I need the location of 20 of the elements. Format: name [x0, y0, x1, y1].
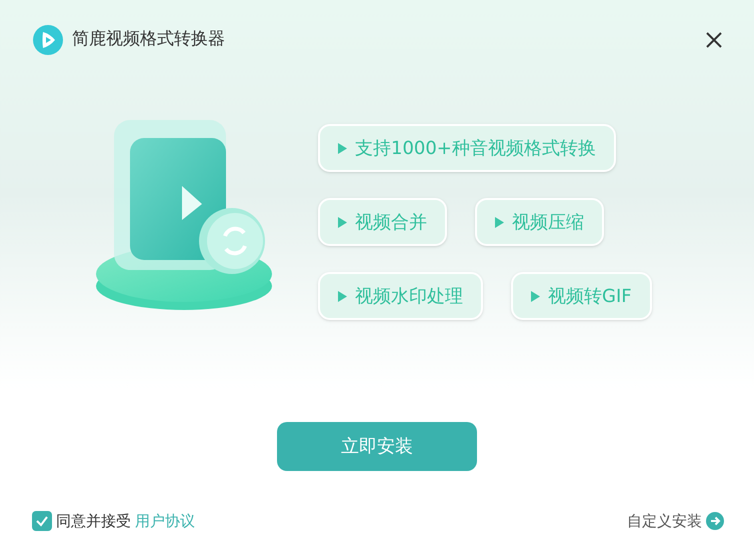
feature-tag: 视频合并	[318, 198, 447, 246]
play-icon	[495, 216, 504, 228]
agreement-text: 同意并接受	[56, 511, 131, 532]
agree-checkbox[interactable]	[32, 511, 52, 532]
play-icon	[338, 142, 347, 154]
play-icon	[338, 216, 347, 228]
feature-tag: 视频水印处理	[318, 272, 483, 320]
close-icon[interactable]	[704, 30, 724, 50]
custom-install-link[interactable]: 自定义安装	[627, 510, 724, 532]
play-icon	[338, 290, 347, 302]
play-icon	[531, 290, 540, 302]
check-icon	[35, 514, 49, 528]
feature-tag: 视频压缩	[475, 198, 604, 246]
install-button[interactable]: 立即安装	[277, 422, 477, 471]
app-logo-icon	[32, 24, 64, 56]
arrow-right-icon	[706, 512, 724, 530]
feature-tag: 视频转GIF	[511, 272, 652, 320]
user-agreement-link[interactable]: 用户协议	[135, 510, 195, 532]
window-title: 简鹿视频格式转换器	[72, 28, 225, 52]
feature-tag: 支持1000+种音视频格式转换	[318, 124, 616, 172]
